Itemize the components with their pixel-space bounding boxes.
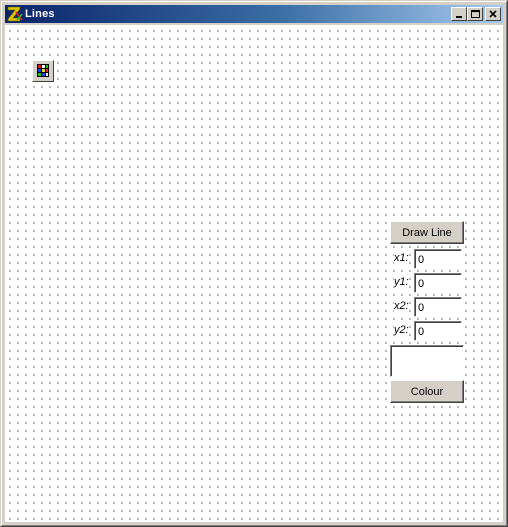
lines-app-icon[interactable] <box>7 6 23 22</box>
caption-buttons <box>451 7 501 21</box>
x2-label: x2: <box>394 300 409 312</box>
minimize-icon <box>456 16 462 18</box>
minimize-button[interactable] <box>451 7 467 21</box>
x1-field[interactable] <box>414 249 462 269</box>
draw-line-button[interactable]: Draw Line <box>390 221 464 244</box>
colour-preview <box>390 345 464 377</box>
x2-field[interactable] <box>414 297 462 317</box>
window-frame: Lines Draw Line x1: 0 y1: 0 x2: 0 y2: 0 … <box>1 1 507 526</box>
y1-label: y1: <box>394 276 409 288</box>
maximize-button[interactable] <box>467 7 483 21</box>
close-icon <box>489 10 497 18</box>
drawing-canvas[interactable]: Draw Line x1: y1: x2: y2: Colour <box>5 25 503 522</box>
close-button[interactable] <box>485 7 501 21</box>
maximize-icon <box>471 10 480 18</box>
title-bar[interactable]: Lines <box>5 5 503 23</box>
window-title: Lines <box>25 8 55 20</box>
x1-label: x1: <box>394 252 409 264</box>
y1-field[interactable] <box>414 273 462 293</box>
grid-tool-icon[interactable] <box>32 60 54 82</box>
lines-window: Lines Draw Line x1: 0 y1: 0 x2: 0 y2: 0 … <box>0 0 508 527</box>
y2-label: y2: <box>394 324 409 336</box>
y2-field[interactable] <box>414 321 462 341</box>
colour-button[interactable]: Colour <box>390 380 464 403</box>
